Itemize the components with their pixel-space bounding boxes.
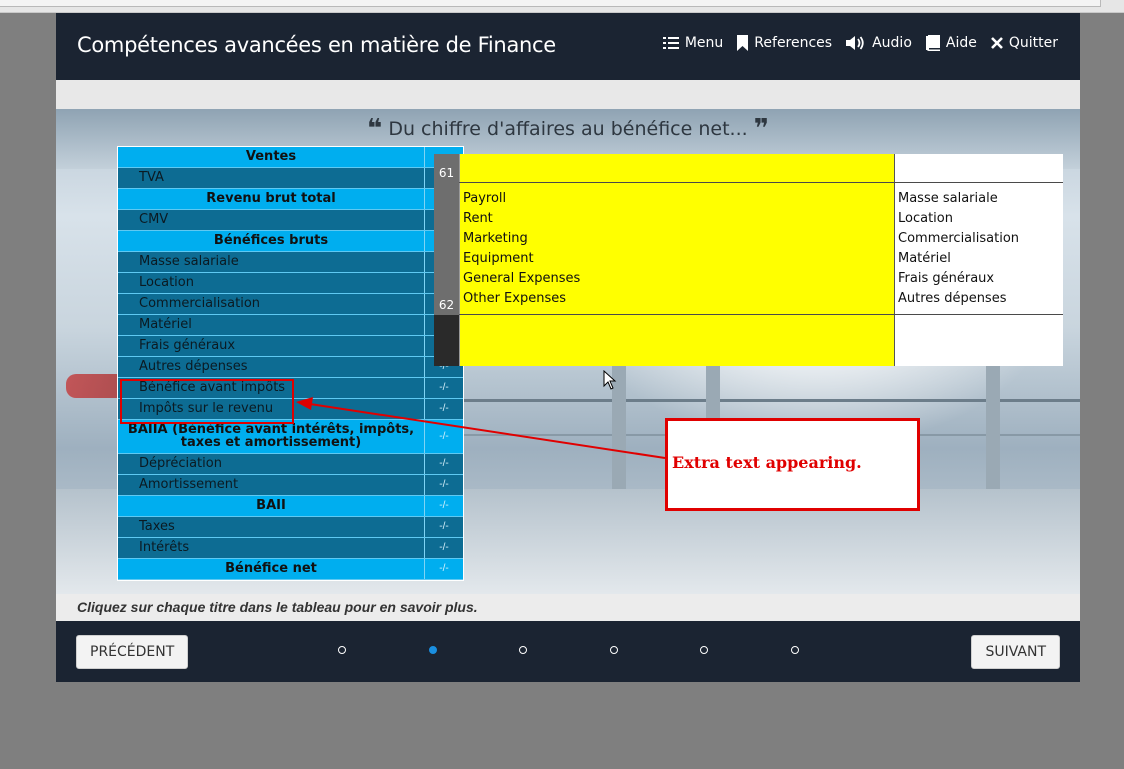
annotation-arrow [296,397,666,459]
mouse-cursor-icon [603,370,617,390]
annotation-text: Extra text appearing. [672,453,862,472]
annotation-callout: Extra text appearing. [665,418,920,511]
